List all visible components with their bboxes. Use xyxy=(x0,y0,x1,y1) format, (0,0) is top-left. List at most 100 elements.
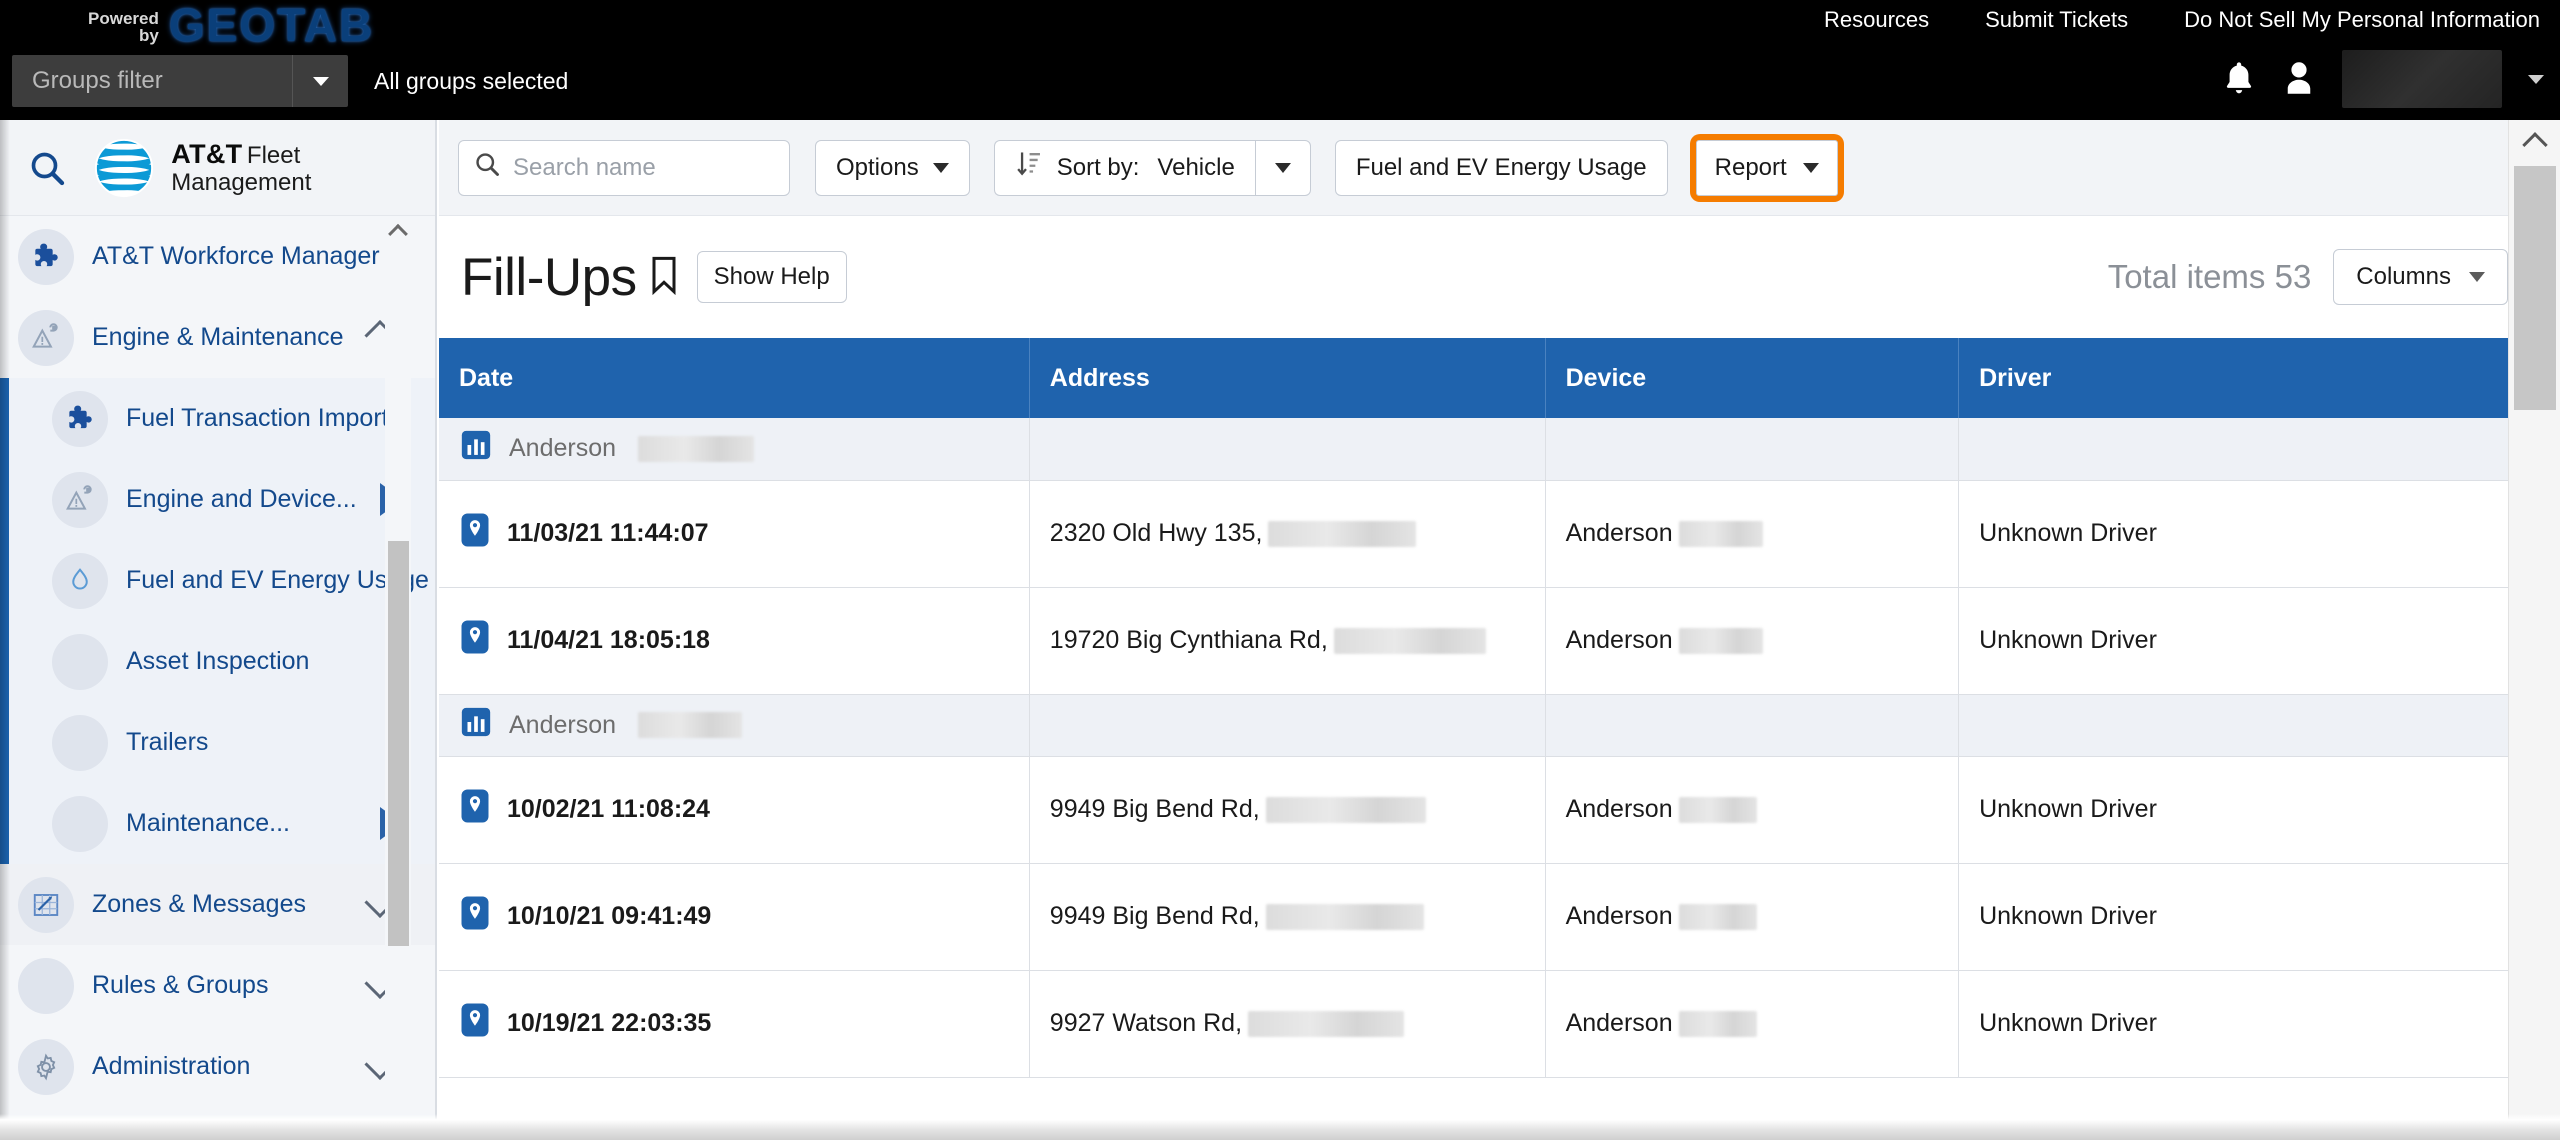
fill-ups-table: Date Address Device Driver Anderson 11/0… xyxy=(439,338,2508,1078)
engine-warning-icon xyxy=(18,309,74,366)
device-value: Anderson xyxy=(1565,902,1673,930)
fuel-and-ev-energy-usage-button[interactable]: Fuel and EV Energy Usage xyxy=(1334,139,1668,196)
sidebar-item-engine-and-device[interactable]: Engine and Device... xyxy=(0,459,437,540)
sidebar-scroll-up-button[interactable] xyxy=(385,216,411,246)
cell-driver: Unknown Driver xyxy=(1958,587,2508,695)
person-icon[interactable] xyxy=(2282,60,2316,98)
column-header-device[interactable]: Device xyxy=(1545,338,1960,418)
sort-by-dropdown-button[interactable] xyxy=(1254,139,1311,196)
link-submit-tickets[interactable]: Submit Tickets xyxy=(1985,7,2128,33)
address-value: 9949 Big Bend Rd, xyxy=(1049,902,1260,930)
sidebar-item-label: Engine & Maintenance xyxy=(92,323,344,351)
fuel-button-label: Fuel and EV Energy Usage xyxy=(1355,153,1647,181)
main-scrollbar-thumb[interactable] xyxy=(2514,166,2556,410)
group-row-empty-cell xyxy=(1029,418,1546,481)
bookmark-icon[interactable] xyxy=(649,255,679,300)
table-header-row: Date Address Device Driver xyxy=(439,338,2508,418)
sidebar-item-label: Rules & Groups xyxy=(92,971,269,999)
address-redacted xyxy=(1265,796,1426,823)
main-scroll-up-button[interactable] xyxy=(2509,120,2560,164)
device-redacted xyxy=(1678,520,1763,547)
sort-by-label: Sort by: xyxy=(1056,153,1140,181)
cell-address: 9949 Big Bend Rd, xyxy=(1029,756,1546,864)
sidebar-search-button[interactable] xyxy=(0,120,93,216)
cell-driver: Unknown Driver xyxy=(1958,970,2508,1078)
search-input-wrapper[interactable] xyxy=(458,139,790,196)
engine-warning-icon xyxy=(52,471,108,528)
sidebar-scroll-down-button[interactable] xyxy=(385,1110,411,1140)
cell-address: 2320 Old Hwy 135, xyxy=(1029,480,1546,588)
user-menu-chevron-down-icon[interactable] xyxy=(2528,74,2544,84)
sidebar-item-trailers[interactable]: Trailers xyxy=(0,702,437,783)
table-row[interactable]: 10/02/21 11:08:24 9949 Big Bend Rd, Ande… xyxy=(439,756,2508,864)
groups-filter-dropdown[interactable]: Groups filter xyxy=(12,55,348,107)
report-button[interactable]: Report xyxy=(1695,139,1838,196)
groups-filter-row: Groups filter All groups selected xyxy=(12,55,568,107)
columns-button-label: Columns xyxy=(2356,263,2451,290)
sort-by-value: Vehicle xyxy=(1157,153,1235,181)
map-pin-icon xyxy=(459,512,491,555)
group-row-label-cell: Anderson xyxy=(439,418,1030,481)
sidebar-item-label: Zones & Messages xyxy=(92,890,306,918)
date-value: 10/02/21 11:08:24 xyxy=(507,795,710,823)
sidebar-item-engine-and-maintenance[interactable]: Engine & Maintenance xyxy=(0,297,437,378)
device-redacted xyxy=(1678,627,1763,654)
table-row[interactable]: 10/19/21 22:03:35 9927 Watson Rd, Anders… xyxy=(439,970,2508,1078)
sidebar-item-rules-and-groups[interactable]: Rules & Groups xyxy=(0,945,437,1026)
table-group-row[interactable]: Anderson xyxy=(439,418,2508,481)
map-pin-icon xyxy=(459,1002,491,1045)
sidebar-item-att-workforce-manager[interactable]: AT&T Workforce Manager xyxy=(0,216,437,297)
group-row-empty-cell xyxy=(1545,694,1960,757)
sidebar-item-asset-inspection[interactable]: Asset Inspection xyxy=(0,621,437,702)
cell-address: 19720 Big Cynthiana Rd, xyxy=(1029,587,1546,695)
sidebar-divider xyxy=(435,120,437,1140)
cell-device: Anderson xyxy=(1545,587,1960,695)
table-group-row[interactable]: Anderson xyxy=(439,694,2508,757)
powered-by-text: Powered by xyxy=(88,10,159,48)
fill-ups-table-container: Date Address Device Driver Anderson 11/0… xyxy=(439,338,2508,1140)
sidebar-scrollbar-thumb[interactable] xyxy=(388,541,409,946)
sidebar-scrollbar[interactable] xyxy=(385,216,411,1140)
table-row[interactable]: 10/10/21 09:41:49 9949 Big Bend Rd, Ande… xyxy=(439,863,2508,971)
user-name-redacted xyxy=(2342,50,2502,108)
map-pin-icon xyxy=(459,788,491,831)
device-value: Anderson xyxy=(1565,795,1673,823)
column-header-date[interactable]: Date xyxy=(439,338,1030,418)
group-row-empty-cell xyxy=(1958,418,2508,481)
sort-by-button[interactable]: Sort by: Vehicle xyxy=(993,139,1255,196)
address-redacted xyxy=(1268,520,1417,547)
sidebar-item-maintenance[interactable]: Maintenance... xyxy=(0,783,437,864)
group-row-redacted xyxy=(638,435,755,462)
bar-chart-icon xyxy=(459,428,493,469)
table-row[interactable]: 11/03/21 11:44:07 2320 Old Hwy 135, Ande… xyxy=(439,480,2508,588)
link-resources[interactable]: Resources xyxy=(1824,7,1929,33)
sidebar-item-label: Fuel Transaction Import xyxy=(126,404,389,432)
link-do-not-sell[interactable]: Do Not Sell My Personal Information xyxy=(2184,7,2540,33)
sidebar: AT&T Fleet Management AT&T Workforce Man… xyxy=(0,120,437,1140)
sidebar-item-label: AT&T Workforce Manager xyxy=(92,242,380,270)
sidebar-item-label: Maintenance... xyxy=(126,809,290,837)
columns-button[interactable]: Columns xyxy=(2333,249,2508,305)
address-redacted xyxy=(1265,903,1424,930)
main-scrollbar[interactable] xyxy=(2508,120,2560,1140)
geotab-wordmark: GEOTAB xyxy=(168,0,375,51)
app-body: AT&T Fleet Management AT&T Workforce Man… xyxy=(0,120,2560,1140)
sidebar-item-zones-and-messages[interactable]: Zones & Messages xyxy=(0,864,437,945)
search-input[interactable] xyxy=(513,153,753,182)
att-globe-icon xyxy=(93,137,155,199)
show-help-button[interactable]: Show Help xyxy=(696,251,847,303)
sidebar-item-fuel-transaction-import[interactable]: Fuel Transaction Import xyxy=(0,378,437,459)
sidebar-item-fuel-and-ev-energy-usage[interactable]: Fuel and EV Energy Usage xyxy=(0,540,437,621)
options-button[interactable]: Options xyxy=(815,139,970,196)
main-pane: Options Sort by: Vehicle Fuel and EV Ene… xyxy=(439,120,2560,1140)
column-header-driver[interactable]: Driver xyxy=(1958,338,2508,418)
sidebar-submenu-engine-and-maintenance: Fuel Transaction Import Engine and Devic… xyxy=(0,378,437,864)
cell-date: 10/10/21 09:41:49 xyxy=(439,863,1030,971)
bell-icon[interactable] xyxy=(2222,61,2256,97)
device-redacted xyxy=(1678,1010,1757,1037)
sidebar-item-administration[interactable]: Administration xyxy=(0,1026,437,1107)
column-header-address[interactable]: Address xyxy=(1029,338,1546,418)
table-row[interactable]: 11/04/21 18:05:18 19720 Big Cynthiana Rd… xyxy=(439,587,2508,695)
options-button-label: Options xyxy=(836,153,919,181)
groups-filter-caret-button[interactable] xyxy=(292,55,348,107)
